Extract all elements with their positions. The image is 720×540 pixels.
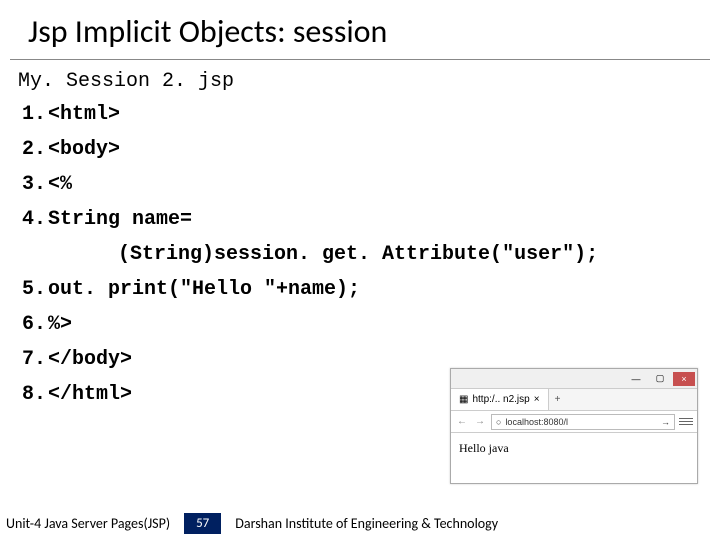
- line-code: %>: [48, 313, 702, 336]
- browser-toolbar: ← → ○ localhost:8080/l →: [451, 411, 697, 433]
- menu-icon[interactable]: [679, 415, 693, 429]
- code-line: 4. String name=: [18, 202, 702, 237]
- line-number: 5.: [18, 278, 48, 301]
- address-bar[interactable]: ○ localhost:8080/l →: [491, 414, 675, 430]
- footer-right-text: Darshan Institute of Engineering & Techn…: [235, 515, 498, 532]
- browser-tabstrip: ▦ http:/.. n2.jsp × +: [451, 389, 697, 411]
- code-line: 1. <html>: [18, 97, 702, 132]
- tab-close-icon[interactable]: ×: [534, 394, 540, 405]
- filename-label: My. Session 2. jsp: [18, 70, 702, 93]
- code-line: 5. out. print("Hello "+name);: [18, 272, 702, 307]
- slide-title: Jsp Implicit Objects: session: [10, 0, 710, 60]
- line-code: <html>: [48, 103, 702, 126]
- back-button[interactable]: ←: [455, 415, 469, 429]
- code-line: 6. %>: [18, 307, 702, 342]
- code-line: 3. <%: [18, 167, 702, 202]
- browser-window: — ▢ × ▦ http:/.. n2.jsp × + ← → ○ localh…: [450, 368, 698, 484]
- code-line: (String)session. get. Attribute("user");: [18, 237, 702, 272]
- line-number: 1.: [18, 103, 48, 126]
- new-tab-button[interactable]: +: [549, 394, 567, 405]
- url-text: localhost:8080/l: [505, 417, 568, 427]
- line-number: 8.: [18, 383, 48, 406]
- page-number: 57: [184, 513, 221, 534]
- line-number: 6.: [18, 313, 48, 336]
- window-minimize-button[interactable]: —: [625, 372, 647, 386]
- line-code: String name=: [48, 208, 702, 231]
- slide-footer: Unit-4 Java Server Pages(JSP) 57 Darshan…: [0, 513, 720, 534]
- slide-content: My. Session 2. jsp 1. <html> 2. <body> 3…: [0, 60, 720, 412]
- page-output-text: Hello java: [459, 441, 509, 455]
- line-number: 4.: [18, 208, 48, 231]
- browser-tab[interactable]: ▦ http:/.. n2.jsp ×: [451, 389, 549, 410]
- line-number: 3.: [18, 173, 48, 196]
- go-icon[interactable]: →: [661, 417, 670, 427]
- window-titlebar: — ▢ ×: [451, 369, 697, 389]
- line-code: (String)session. get. Attribute("user");: [48, 243, 702, 266]
- line-code: out. print("Hello "+name);: [48, 278, 702, 301]
- forward-button[interactable]: →: [473, 415, 487, 429]
- tab-label: http:/.. n2.jsp: [472, 394, 529, 405]
- footer-left-text: Unit-4 Java Server Pages(JSP): [6, 515, 170, 532]
- line-number: [18, 243, 48, 266]
- line-code: <body>: [48, 138, 702, 161]
- page-icon: ▦: [459, 394, 468, 405]
- code-line: 2. <body>: [18, 132, 702, 167]
- window-close-button[interactable]: ×: [673, 372, 695, 386]
- line-code: <%: [48, 173, 702, 196]
- window-maximize-button[interactable]: ▢: [649, 372, 671, 386]
- globe-icon: ○: [496, 417, 501, 427]
- line-number: 2.: [18, 138, 48, 161]
- browser-viewport: Hello java: [451, 433, 697, 464]
- line-number: 7.: [18, 348, 48, 371]
